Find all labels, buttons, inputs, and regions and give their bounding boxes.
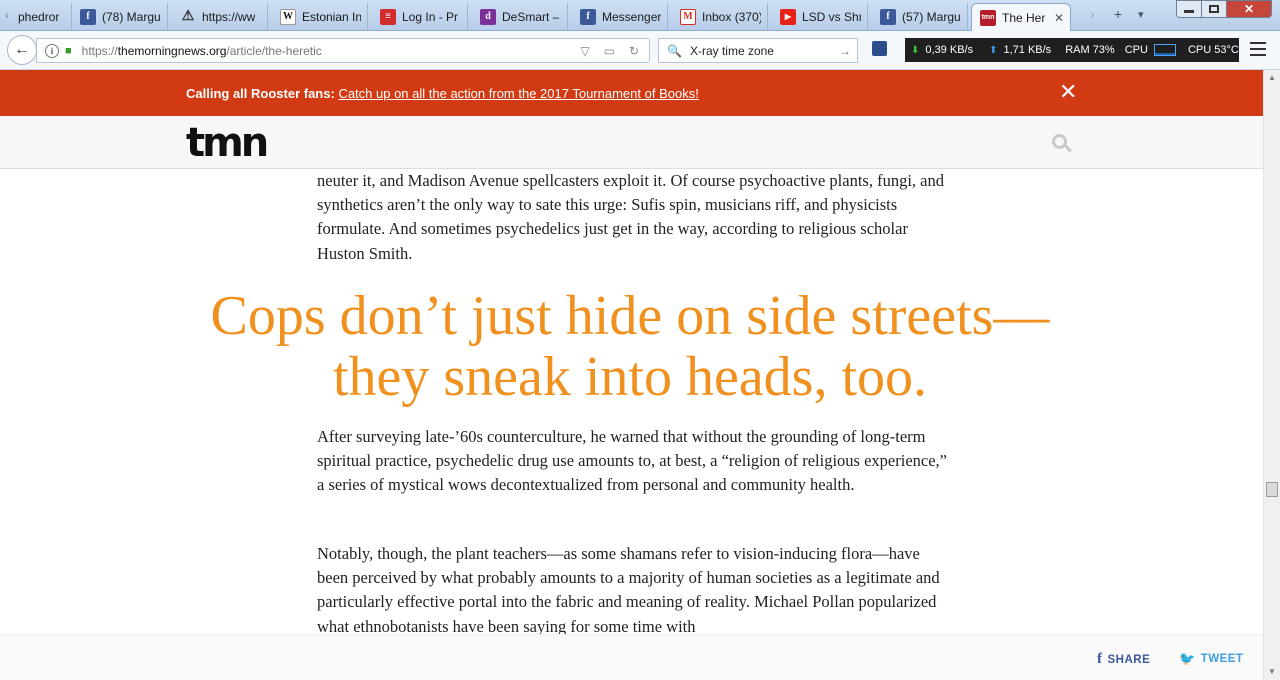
upload-speed: 1,71 KB/s (1003, 44, 1052, 56)
upload-arrow-icon: ⬆ (989, 44, 998, 56)
address-bar[interactable]: i ■ https://themorningnews.org/article/t… (36, 38, 650, 63)
tab-partial[interactable]: phedror (10, 3, 72, 30)
minimize-window-button[interactable] (1176, 0, 1202, 18)
hamburger-menu-button[interactable] (1250, 42, 1266, 56)
facebook-icon: f (580, 8, 596, 25)
site-logo[interactable]: tmn (186, 123, 269, 163)
wikipedia-icon: W (280, 8, 296, 25)
banner-message: Calling all Rooster fans: Catch up on al… (186, 86, 699, 101)
close-icon: ✕ (1243, 2, 1255, 16)
tmn-favicon-icon: tmn (980, 9, 996, 26)
tab-login[interactable]: ≡ Log In - Pr (372, 3, 468, 30)
tab-label: LSD vs Shr (802, 9, 861, 24)
list-all-tabs-button[interactable]: ▾ (1138, 8, 1144, 21)
article-paragraph: Notably, though, the plant teachers—as s… (317, 544, 940, 634)
article-paragraph: neuter it, and Madison Avenue spellcaste… (317, 171, 944, 263)
cpu-temperature: CPU 53°C (1187, 44, 1239, 56)
download-arrow-icon: ⬇ (911, 44, 920, 56)
tab-active-the-heretic[interactable]: tmn The Her ✕ (971, 3, 1071, 31)
facebook-share-button[interactable]: f SHARE (1097, 651, 1150, 668)
menu-bar (1250, 42, 1266, 44)
search-value: X-ray time zone (689, 43, 774, 58)
tab-label: Messenger (602, 9, 661, 24)
share-bar: f SHARE 🐦 TWEET (0, 634, 1263, 680)
save-page-icon[interactable] (872, 41, 887, 56)
new-tab-button[interactable]: + (1114, 6, 1122, 22)
ram-usage: RAM 73% (1065, 44, 1115, 56)
facebook-icon: f (880, 8, 896, 25)
site-info-icon[interactable]: i (45, 43, 59, 58)
tab-label: (78) Margu (102, 9, 161, 24)
tab-messenger[interactable]: f Messenger (572, 3, 668, 30)
close-window-button[interactable]: ✕ (1226, 0, 1272, 18)
article-paragraph: After surveying late-’60s counterculture… (317, 427, 947, 495)
url-prefix: https:// (81, 43, 118, 58)
url-text[interactable]: https://themorningnews.org/article/the-h… (82, 44, 322, 58)
scrollbar-thumb[interactable] (1266, 482, 1278, 497)
menu-bar (1250, 48, 1266, 50)
banner-close-icon[interactable]: ✕ (1059, 79, 1077, 105)
tab-warning[interactable]: ⚠ https://ww (172, 3, 268, 30)
tab-label: The Her (1002, 10, 1046, 25)
scroll-down-arrow-icon[interactable]: ▼ (1264, 664, 1280, 680)
scroll-up-arrow-icon[interactable]: ▲ (1264, 70, 1280, 86)
facebook-share-label: SHARE (1107, 653, 1151, 666)
youtube-icon: ▶ (780, 8, 796, 25)
menu-bar (1250, 54, 1266, 56)
restore-icon (1209, 5, 1219, 13)
twitter-bird-icon: 🐦 (1179, 651, 1196, 666)
login-site-icon: ≡ (380, 8, 396, 25)
search-go-icon[interactable]: → (839, 44, 851, 58)
url-path: /article/the-heretic (226, 43, 322, 58)
search-icon: 🔍 (667, 43, 682, 58)
tab-desmart[interactable]: d DeSmart – (472, 3, 568, 30)
twitter-tweet-label: TWEET (1200, 653, 1244, 665)
search-input[interactable]: 🔍 X-ray time zone → (658, 38, 858, 63)
lock-icon: ■ (65, 44, 72, 57)
back-button[interactable]: ← (7, 35, 37, 65)
reader-view-icon[interactable]: ▭ (604, 44, 615, 58)
cpu-label: CPU (1124, 44, 1148, 56)
banner-lead: Calling all Rooster fans: (186, 86, 335, 101)
cpu-graph-icon (1153, 44, 1176, 56)
warning-icon: ⚠ (181, 9, 195, 24)
gmail-icon: M (680, 8, 696, 25)
page-scrollbar[interactable]: ▲ ▼ (1263, 70, 1280, 680)
pull-quote: Cops don’t just hide on side streets—the… (210, 285, 1050, 408)
url-domain: themorningnews.org (117, 43, 227, 58)
tab-strip: ‹ phedror f (78) Margu ⚠ https://ww W Es… (0, 0, 1280, 31)
tab-label: (57) Margu (902, 9, 961, 24)
system-stats-widget: ⬇ 0,39 KB/s ⬆ 1,71 KB/s RAM 73% CPU CPU … (905, 38, 1239, 62)
tab-label: DeSmart – (502, 9, 560, 24)
minimize-icon (1184, 10, 1194, 13)
tab-facebook-1[interactable]: f (78) Margu (72, 3, 168, 30)
facebook-icon: f (1097, 651, 1103, 667)
desmart-icon: d (480, 8, 496, 25)
tab-youtube[interactable]: ▶ LSD vs Shr (772, 3, 868, 30)
tab-facebook-2[interactable]: f (57) Margu (872, 3, 968, 30)
tab-label: Log In - Pr (402, 9, 459, 24)
twitter-tweet-button[interactable]: 🐦 TWEET (1179, 651, 1243, 667)
banner-link[interactable]: Catch up on all the action from the 2017… (338, 86, 698, 101)
promo-banner: Calling all Rooster fans: Catch up on al… (0, 70, 1263, 116)
tab-wikipedia[interactable]: W Estonian In (272, 3, 368, 30)
tab-label: phedror (18, 9, 60, 24)
download-speed: 0,39 KB/s (925, 44, 974, 56)
tab-label: Estonian In (302, 9, 361, 24)
tab-gmail-inbox[interactable]: M Inbox (370) (672, 3, 768, 30)
tab-scroll-right-button[interactable]: › (1090, 6, 1095, 22)
tab-close-icon[interactable]: ✕ (1054, 11, 1064, 25)
restore-window-button[interactable] (1201, 0, 1227, 18)
site-search-icon[interactable] (1052, 134, 1072, 153)
tab-label: Inbox (370) (702, 9, 761, 24)
tab-label: https://ww (202, 9, 256, 24)
article-body: neuter it, and Madison Avenue spellcaste… (0, 170, 1263, 634)
facebook-icon: f (80, 8, 96, 25)
site-header: tmn (0, 116, 1263, 169)
reload-icon[interactable]: ↻ (629, 44, 639, 58)
url-history-dropdown-icon[interactable]: ▽ (580, 44, 589, 58)
